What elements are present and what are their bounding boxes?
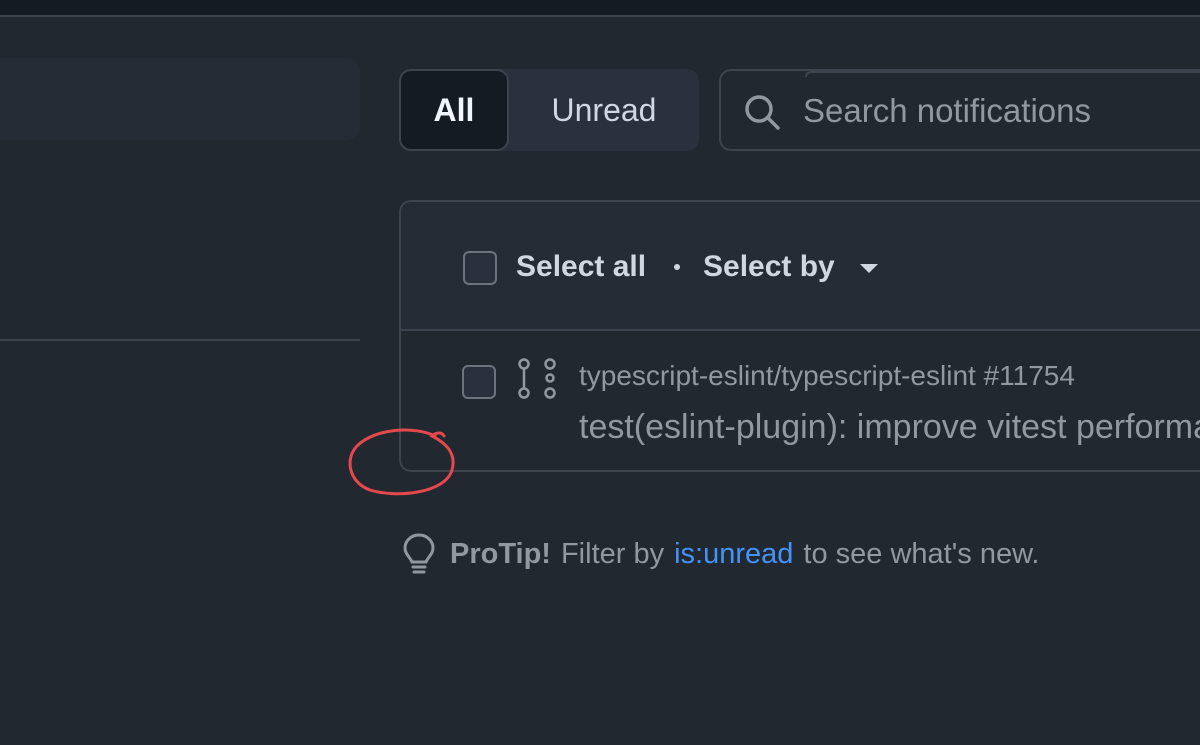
protip-unread-link[interactable]: is:unread (674, 538, 793, 571)
separator-dot (674, 264, 680, 270)
search-input-edge (805, 71, 1200, 77)
select-all-checkbox[interactable] (463, 251, 497, 285)
protip-text-after: to see what's new. (803, 537, 1040, 570)
notification-checkbox[interactable] (462, 365, 496, 399)
filter-all-button[interactable]: All (399, 69, 509, 151)
search-box[interactable] (719, 69, 1200, 151)
notification-title[interactable]: test(eslint-plugin): improve vitest perf… (579, 408, 1200, 447)
top-bar (0, 0, 1200, 17)
filter-unread-button[interactable]: Unread (509, 69, 699, 151)
sidebar-filter-input[interactable] (0, 58, 360, 140)
sidebar-divider (0, 339, 360, 341)
search-input[interactable] (803, 89, 1200, 133)
pull-request-icon (518, 358, 556, 399)
red-circle-annotation (348, 428, 455, 496)
chevron-down-icon[interactable] (860, 264, 878, 273)
notification-repo[interactable]: typescript-eslint/typescript-eslint #117… (579, 360, 1075, 392)
protip-label: ProTip! (450, 537, 551, 570)
protip-text-before: Filter by (560, 537, 665, 570)
select-by-button[interactable]: Select by (703, 250, 835, 284)
light-bulb-icon (403, 533, 435, 574)
search-icon (745, 95, 780, 130)
filter-segmented-control: All Unread (399, 69, 699, 151)
protip: ProTip! Filter by is:unread to see what'… (402, 532, 1040, 576)
select-all-label[interactable]: Select all (516, 250, 646, 284)
